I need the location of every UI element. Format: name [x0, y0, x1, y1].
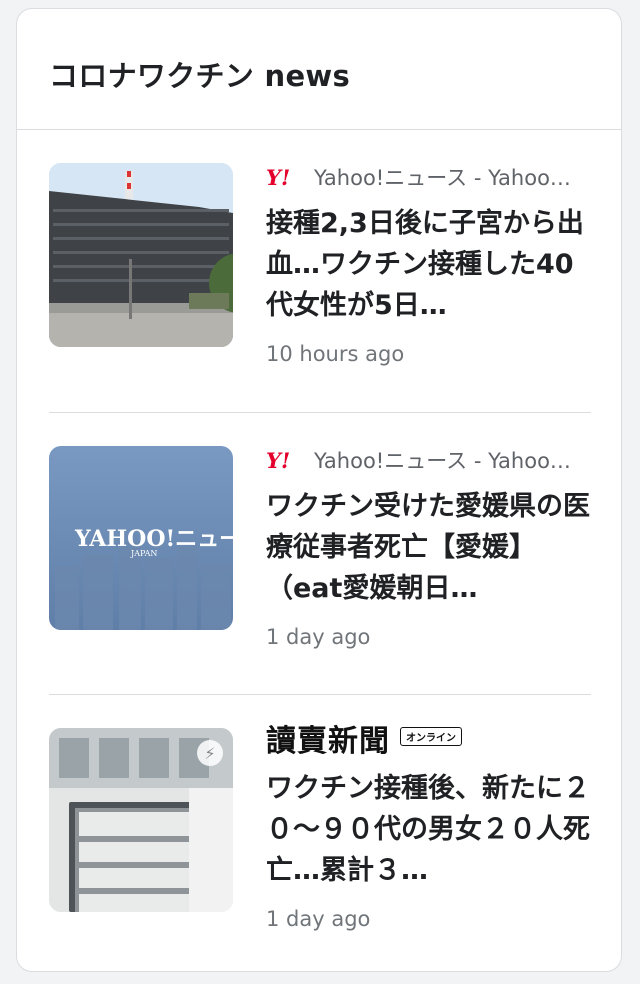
news-card: コロナワクチン news Y! Yahoo!ニュース - Yahoo… 接種2,…	[16, 8, 622, 972]
online-badge: オンライン	[400, 726, 462, 746]
yomiuri-logo: 讀賣新聞	[266, 724, 390, 759]
article-headline[interactable]: 接種2,3日後に子宮から出血…ワクチン接種した40代女性が5日…	[266, 203, 591, 326]
source-row[interactable]: 讀賣新聞 オンライン	[266, 726, 591, 758]
source-row[interactable]: Y! Yahoo!ニュース - Yahoo…	[266, 161, 591, 193]
yahoo-logo-icon: Y!	[266, 164, 291, 190]
article-info: 讀賣新聞 オンライン ワクチン接種後、新たに２０～９０代の男女２０人死亡…累計３…	[266, 726, 591, 932]
article-headline[interactable]: ワクチン接種後、新たに２０～９０代の男女２０人死亡…累計３…	[266, 768, 591, 891]
thumb-subtext: JAPAN	[130, 549, 157, 558]
source-name: Yahoo!ニュース - Yahoo…	[314, 449, 571, 473]
card-title: コロナワクチン news	[49, 59, 351, 93]
news-item[interactable]: Y! Yahoo!ニュース - Yahoo… 接種2,3日後に子宮から出血…ワク…	[49, 130, 591, 412]
article-info: Y! Yahoo!ニュース - Yahoo… 接種2,3日後に子宮から出血…ワク…	[266, 161, 591, 367]
article-time: 1 day ago	[266, 907, 371, 931]
news-item[interactable]: YAHOO!ニュース JAPAN Y! Yahoo!ニュース - Yahoo… …	[49, 412, 591, 694]
article-info: Y! Yahoo!ニュース - Yahoo… ワクチン受けた愛媛県の医療従事者死…	[266, 444, 591, 650]
article-time: 1 day ago	[266, 625, 371, 649]
yahoo-logo-icon: Y!	[266, 447, 291, 473]
article-thumbnail[interactable]: YAHOO!ニュース JAPAN	[49, 446, 233, 630]
article-thumbnail[interactable]: ⚡	[49, 728, 233, 912]
news-item[interactable]: ⚡ 讀賣新聞 オンライン ワクチン接種後、新たに２０～９０代の男女２０人死亡…累…	[49, 694, 591, 971]
article-headline[interactable]: ワクチン受けた愛媛県の医療従事者死亡【愛媛】（eat愛媛朝日…	[266, 486, 591, 609]
source-row[interactable]: Y! Yahoo!ニュース - Yahoo…	[266, 444, 591, 476]
card-header: コロナワクチン news	[17, 9, 621, 130]
source-name: Yahoo!ニュース - Yahoo…	[314, 166, 571, 190]
article-time: 10 hours ago	[266, 342, 405, 366]
lightning-icon: ⚡	[197, 740, 223, 766]
article-thumbnail[interactable]	[49, 163, 233, 347]
